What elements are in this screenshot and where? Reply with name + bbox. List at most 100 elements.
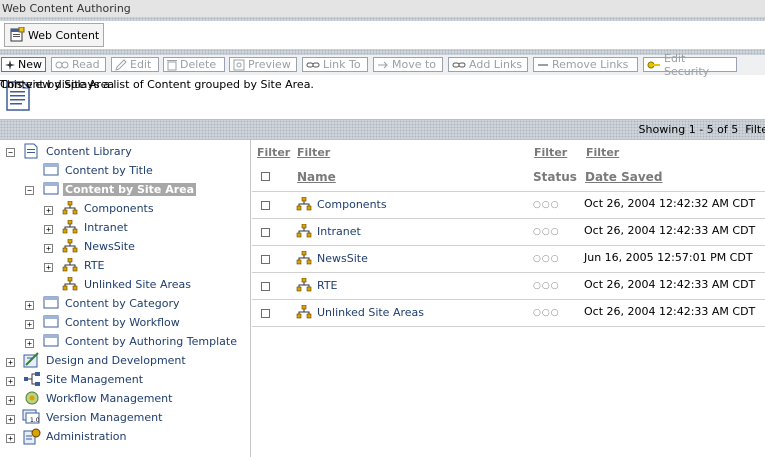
column-header-date-saved[interactable]: Date Saved	[585, 170, 662, 184]
filter-date-link[interactable]: Filter	[586, 146, 619, 159]
workflow-icon	[25, 391, 39, 405]
view-icon	[43, 182, 59, 195]
tree-item-administration[interactable]: Administration	[46, 427, 127, 445]
tree-item-intranet[interactable]: Intranet	[84, 218, 128, 236]
link-icon	[306, 62, 320, 67]
site-area-icon	[296, 251, 312, 265]
tree-item-content-by-workflow[interactable]: Content by Workflow	[65, 313, 180, 331]
tree-item-content-library[interactable]: Content Library	[46, 142, 132, 160]
select-all-checkbox[interactable]	[261, 172, 270, 181]
row-checkbox[interactable]	[261, 309, 270, 318]
tree-expand-toggle[interactable]: +	[6, 358, 15, 367]
tree-expand-toggle[interactable]: +	[6, 377, 15, 386]
tree-item-workflow-management[interactable]: Workflow Management	[46, 389, 172, 407]
link-to-button[interactable]: Link To	[302, 57, 368, 72]
filter-status-link[interactable]: Filter	[534, 146, 567, 159]
row-date-saved: Oct 26, 2004 12:42:33 AM CDT	[584, 224, 756, 237]
tree-expand-toggle[interactable]: +	[25, 320, 34, 329]
tree-item-content-by-category[interactable]: Content by Category	[65, 294, 179, 312]
delete-button[interactable]: Delete	[163, 57, 225, 72]
edit-button[interactable]: Edit	[111, 57, 159, 72]
row-status: ○○○	[533, 281, 560, 291]
site-area-icon	[62, 258, 78, 272]
site-management-icon	[24, 372, 40, 386]
tree-expand-toggle[interactable]: +	[6, 415, 15, 424]
new-button[interactable]: New	[1, 57, 46, 72]
filter-link-truncated[interactable]: Filte	[745, 123, 765, 136]
column-header-name[interactable]: Name	[297, 170, 336, 184]
row-date-saved: Oct 26, 2004 12:42:33 AM CDT	[584, 278, 756, 291]
move-to-button[interactable]: Move to	[373, 57, 443, 72]
row-date-saved: Oct 26, 2004 12:42:33 AM CDT	[584, 305, 756, 318]
tab-row	[0, 21, 765, 49]
site-area-icon	[296, 197, 312, 211]
read-button[interactable]: Read	[51, 57, 106, 72]
tree-expand-toggle[interactable]: +	[44, 206, 53, 215]
key-icon	[647, 61, 660, 68]
row-checkbox[interactable]	[261, 201, 270, 210]
tree-item-content-by-title[interactable]: Content by Title	[65, 161, 153, 179]
edit-security-button[interactable]: Edit Security	[643, 52, 737, 78]
view-icon	[43, 296, 59, 309]
row-name-link[interactable]: Unlinked Site Areas	[296, 305, 424, 319]
row-date-saved: Jun 16, 2005 12:57:01 PM CDT	[584, 251, 753, 264]
tree-expand-toggle[interactable]: +	[25, 339, 34, 348]
filter-name-link[interactable]: Filter	[297, 146, 330, 159]
window-titlebar: Web Content Authoring	[0, 0, 765, 18]
tree-collapse-toggle[interactable]: −	[25, 186, 34, 195]
row-status: ○○○	[533, 254, 560, 264]
row-date-saved: Oct 26, 2004 12:42:32 AM CDT	[584, 197, 756, 210]
tree-item-content-by-site-area[interactable]: Content by Site Area	[63, 180, 197, 198]
table-bottom-rule	[252, 326, 765, 327]
row-status: ○○○	[533, 227, 560, 237]
tree-item-content-by-authoring-template[interactable]: Content by Authoring Template	[65, 332, 237, 350]
view-icon	[43, 163, 59, 176]
add-links-button[interactable]: Add Links	[448, 57, 528, 72]
tree-item-unlinked-site-areas[interactable]: Unlinked Site Areas	[84, 275, 191, 293]
remove-links-button[interactable]: Remove Links	[533, 57, 638, 72]
tree-expand-toggle[interactable]: +	[44, 244, 53, 253]
tree-item-components[interactable]: Components	[84, 199, 154, 217]
read-icon	[55, 61, 69, 68]
site-area-icon	[296, 305, 312, 319]
row-name-link[interactable]: Components	[296, 197, 387, 211]
preview-icon	[233, 59, 245, 70]
view-description: This view displays a list of Content gro…	[0, 78, 314, 91]
filter-select-link[interactable]: Filter	[257, 146, 290, 159]
row-checkbox[interactable]	[261, 255, 270, 264]
tab-label: Web Content	[28, 28, 100, 42]
row-checkbox[interactable]	[261, 282, 270, 291]
tree-item-newssite[interactable]: NewsSite	[84, 237, 135, 255]
tree-expand-toggle[interactable]: +	[25, 301, 34, 310]
tree-item-rte[interactable]: RTE	[84, 256, 105, 274]
tree-item-version-management[interactable]: Version Management	[46, 408, 162, 426]
row-status: ○○○	[533, 200, 560, 210]
add-links-icon	[452, 62, 466, 67]
row-name-link[interactable]: NewsSite	[296, 251, 368, 265]
tab-web-content[interactable]: Web Content	[4, 23, 105, 47]
tree-expand-toggle[interactable]: +	[6, 396, 15, 405]
tree-collapse-toggle[interactable]: −	[6, 148, 15, 157]
svg-text:1.0: 1.0	[30, 417, 40, 424]
preview-button[interactable]: Preview	[229, 57, 297, 72]
view-icon	[43, 334, 59, 347]
minus-icon	[538, 63, 548, 66]
paging-status: Showing 1 - 5 of 5 Filte	[639, 123, 765, 136]
view-icon	[43, 315, 59, 328]
tree-expand-toggle[interactable]: +	[44, 225, 53, 234]
row-checkbox[interactable]	[261, 228, 270, 237]
site-area-icon	[62, 220, 78, 234]
tree-item-design-and-development[interactable]: Design and Development	[46, 351, 186, 369]
pencil-icon	[115, 58, 127, 71]
administration-icon	[23, 428, 41, 445]
column-header-status: Status	[533, 170, 577, 184]
row-name-link[interactable]: Intranet	[296, 224, 361, 238]
row-name-link[interactable]: RTE	[296, 278, 338, 292]
tree-expand-toggle[interactable]: +	[6, 434, 15, 443]
library-icon	[24, 143, 38, 159]
site-area-icon	[62, 201, 78, 215]
web-content-icon	[10, 27, 25, 42]
tree-item-site-management[interactable]: Site Management	[46, 370, 143, 388]
row-status: ○○○	[533, 308, 560, 318]
tree-expand-toggle[interactable]: +	[44, 263, 53, 272]
